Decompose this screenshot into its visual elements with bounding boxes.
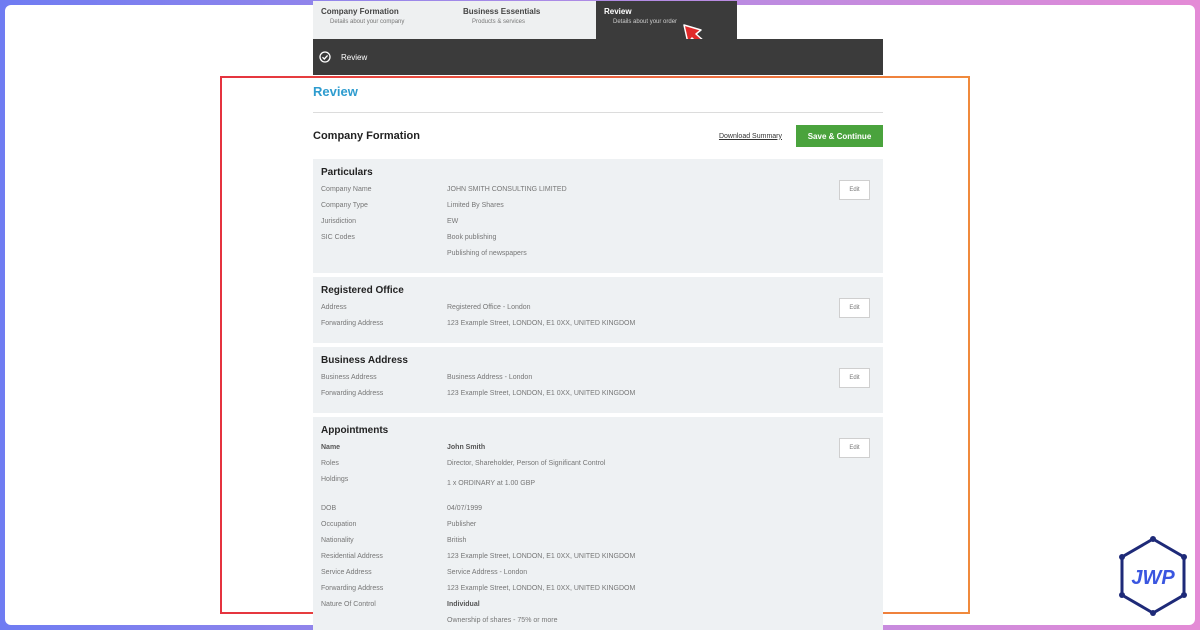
edit-particulars-button[interactable]: Edit xyxy=(839,180,870,200)
row-key: Roles xyxy=(321,460,339,467)
section-title: Appointments xyxy=(321,425,389,436)
row-value: Book publishing xyxy=(447,234,497,241)
row-key: Occupation xyxy=(321,521,357,528)
detail-row: Nationality British xyxy=(321,536,875,545)
detail-row: Company Name JOHN SMITH CONSULTING LIMITE… xyxy=(321,185,875,194)
row-value: Business Address - London xyxy=(447,374,533,381)
row-value: Publishing of newspapers xyxy=(447,250,527,257)
detail-row: Forwarding Address 123 Example Street, LO… xyxy=(321,389,875,398)
save-continue-button[interactable]: Save & Continue xyxy=(796,125,883,147)
row-value: JOHN SMITH CONSULTING LIMITED xyxy=(447,186,567,193)
row-value: Service Address - London xyxy=(447,569,528,576)
row-value: 1 x ORDINARY at 1.00 GBP xyxy=(447,480,536,487)
appointments-section: Appointments Name John Smith Roles Directo… xyxy=(313,417,883,630)
row-key xyxy=(321,616,447,625)
detail-row: DOB 04/07/1999 xyxy=(321,504,875,513)
detail-row: Nature Of Control Individual xyxy=(321,600,875,609)
detail-row: Name John Smith xyxy=(321,443,875,452)
row-value: 123 Example Street, LONDON, E1 0XX, UNIT… xyxy=(447,320,636,327)
row-value: Director, Shareholder, Person of Signifi… xyxy=(447,460,606,467)
page-title: Review xyxy=(313,84,358,99)
review-content: Review Company Formation Download Summar… xyxy=(313,84,883,630)
row-key: Nature Of Control xyxy=(321,601,376,608)
row-value: 123 Example Street, LONDON, E1 0XX, UNIT… xyxy=(447,390,636,397)
row-value: Publisher xyxy=(447,521,477,528)
row-key: DOB xyxy=(321,505,337,512)
company-formation-header: Company Formation Download Summary Save … xyxy=(313,117,883,155)
tab-title: Review xyxy=(604,7,632,16)
row-key: Jurisdiction xyxy=(321,218,357,225)
detail-row: Roles Director, Shareholder, Person of Si… xyxy=(321,459,875,468)
row-key: Holdings xyxy=(321,476,349,483)
step-label: Review xyxy=(341,52,368,62)
row-value: 123 Example Street, LONDON, E1 0XX, UNIT… xyxy=(447,585,636,592)
jwp-logo-icon: JWP xyxy=(1119,536,1187,616)
row-key xyxy=(321,249,447,258)
step-bar: Review xyxy=(313,39,883,75)
row-value: Individual xyxy=(447,601,480,608)
row-key: Service Address xyxy=(321,569,372,576)
detail-row: Publishing of newspapers xyxy=(321,249,875,258)
row-value: Limited By Shares xyxy=(447,202,504,209)
row-key: Address xyxy=(321,304,347,311)
detail-row: Jurisdiction EW xyxy=(321,217,875,226)
row-key: SIC Codes xyxy=(321,234,355,241)
tab-title: Business Essentials xyxy=(463,7,541,16)
business-address-section: Business Address Business Address Busines… xyxy=(313,347,883,413)
detail-row: Forwarding Address 123 Example Street, LO… xyxy=(321,319,875,328)
detail-row: SIC Codes Book publishing xyxy=(321,233,875,242)
detail-row: Business Address Business Address - Londo… xyxy=(321,373,875,382)
row-value: John Smith xyxy=(447,444,486,451)
row-key: Forwarding Address xyxy=(321,585,384,592)
tab-company-formation[interactable]: Company Formation Details about your com… xyxy=(313,1,455,39)
row-key: Company Type xyxy=(321,202,368,209)
edit-business-address-button[interactable]: Edit xyxy=(839,368,870,388)
row-value: EW xyxy=(447,218,459,225)
detail-row: Occupation Publisher xyxy=(321,520,875,529)
row-value: Registered Office - London xyxy=(447,304,531,311)
detail-row: Service Address Service Address - London xyxy=(321,568,875,577)
progress-tabs: Company Formation Details about your com… xyxy=(313,1,742,39)
tab-subtitle: Details about your company xyxy=(330,19,405,25)
svg-text:JWP: JWP xyxy=(1131,567,1175,589)
detail-row: Ownership of shares - 75% or more xyxy=(321,616,875,625)
detail-row: Forwarding Address 123 Example Street, LO… xyxy=(321,584,875,593)
row-key: Name xyxy=(321,444,341,451)
particulars-section: Particulars Company Name JOHN SMITH CONSU… xyxy=(313,159,883,273)
row-key: Forwarding Address xyxy=(321,320,384,327)
row-key: Business Address xyxy=(321,374,377,381)
registered-office-section: Registered Office Address Registered Offi… xyxy=(313,277,883,343)
divider xyxy=(313,112,883,113)
section-title: Registered Office xyxy=(321,285,404,296)
row-value: British xyxy=(447,537,467,544)
edit-registered-office-button[interactable]: Edit xyxy=(839,298,870,318)
row-key: Forwarding Address xyxy=(321,390,384,397)
tab-subtitle: Products & services xyxy=(472,19,526,25)
detail-row: Address Registered Office - London xyxy=(321,303,875,312)
section-title: Particulars xyxy=(321,167,373,178)
detail-row: Company Type Limited By Shares xyxy=(321,201,875,210)
row-key: Residential Address xyxy=(321,553,383,560)
check-circle-icon xyxy=(319,51,331,63)
row-value: 04/07/1999 xyxy=(447,505,483,512)
row-value: 123 Example Street, LONDON, E1 0XX, UNIT… xyxy=(447,553,636,560)
detail-row: Residential Address 123 Example Street, L… xyxy=(321,552,875,561)
section-heading: Company Formation xyxy=(313,130,420,142)
section-title: Business Address xyxy=(321,355,408,366)
tab-business-essentials[interactable]: Business Essentials Products & services xyxy=(455,1,596,39)
row-key: Company Name xyxy=(321,186,372,193)
detail-row: Holdings 1 x ORDINARY at 1.00 GBP xyxy=(321,475,875,488)
download-summary-link[interactable]: Download Summary xyxy=(719,133,782,140)
row-key: Nationality xyxy=(321,537,354,544)
row-value: Ownership of shares - 75% or more xyxy=(447,617,558,624)
tab-title: Company Formation xyxy=(321,7,399,16)
edit-appointments-button[interactable]: Edit xyxy=(839,438,870,458)
